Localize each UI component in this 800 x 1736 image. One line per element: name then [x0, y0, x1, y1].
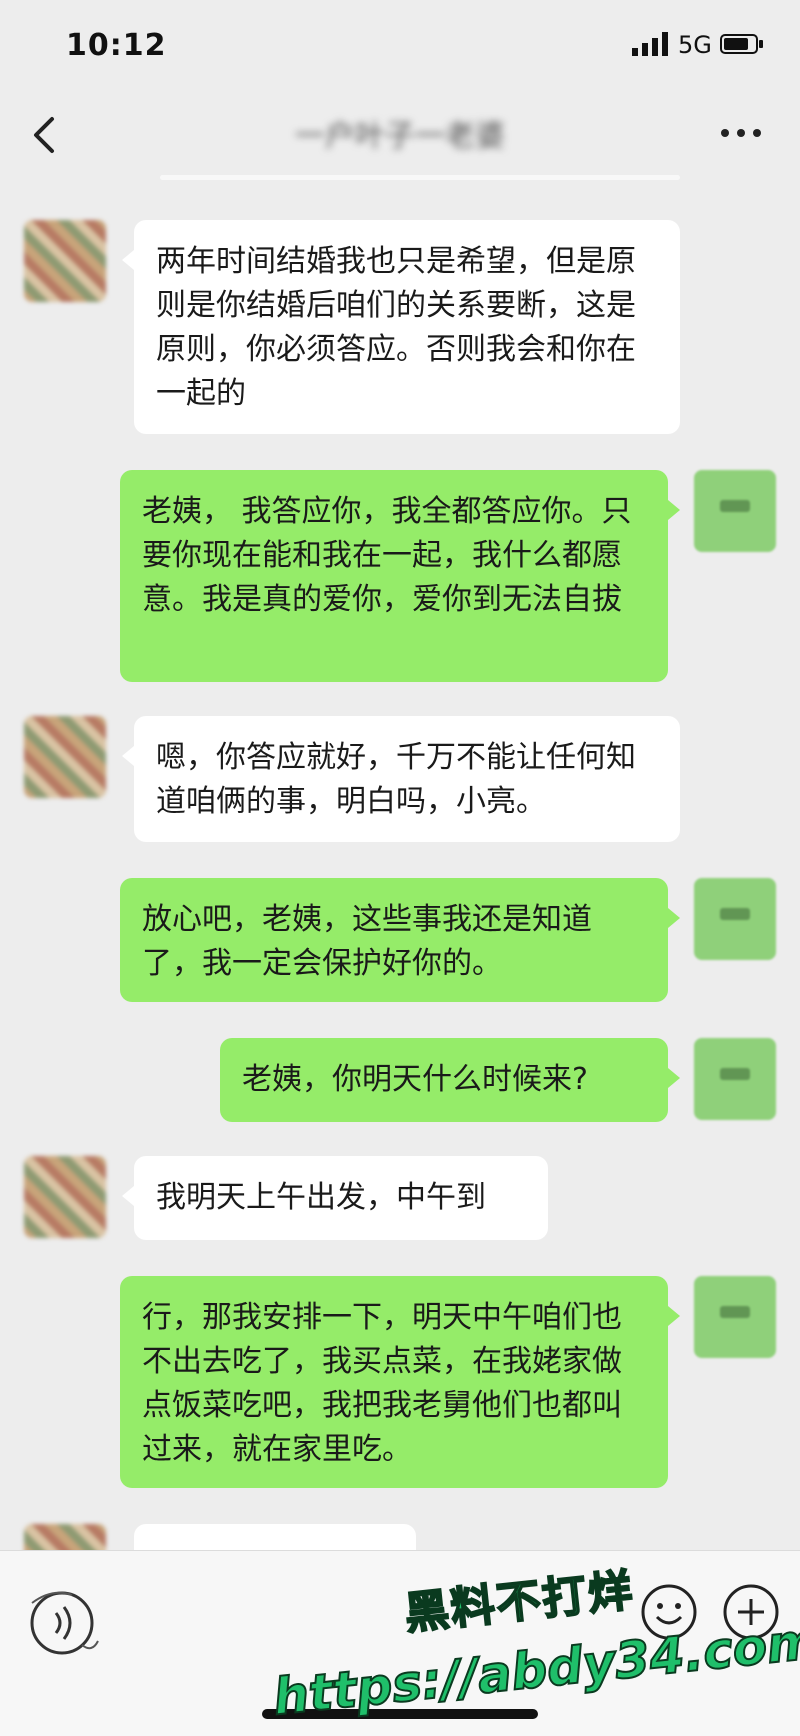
message-received[interactable]: 两年时间结婚我也只是希望，但是原则是你结婚后咱们的关系要断，这是原则，你必须答应…	[122, 220, 680, 434]
my-avatar[interactable]	[694, 878, 776, 960]
network-type: 5G	[678, 31, 712, 59]
signal-icon	[632, 32, 668, 56]
chat-title: 一户叶子一老婆	[295, 119, 505, 154]
status-time: 10:12	[66, 28, 167, 63]
back-arrow-icon[interactable]	[26, 113, 66, 157]
message-received[interactable]: 嗯，你答应就好，千万不能让任何知道咱俩的事，明白吗，小亮。	[122, 716, 680, 842]
message-sent[interactable]: 放心吧，老姨，这些事我还是知道了，我一定会保护好你的。	[120, 878, 680, 1002]
message-sent[interactable]: 老姨， 我答应你，我全都答应你。只要你现在能和我在一起，我什么都愿意。我是真的爱…	[120, 470, 680, 682]
contact-avatar[interactable]	[24, 1156, 106, 1238]
battery-icon	[720, 34, 763, 54]
contact-avatar[interactable]	[24, 220, 106, 302]
voice-input-icon[interactable]	[22, 1583, 102, 1663]
message-received[interactable]: 我明天上午出发，中午到	[122, 1156, 548, 1240]
message-sent[interactable]: 老姨，你明天什么时候来?	[220, 1038, 680, 1122]
previous-message-edge	[160, 175, 680, 180]
status-bar: 10:12 5G	[0, 0, 800, 95]
my-avatar[interactable]	[694, 1038, 776, 1120]
my-avatar[interactable]	[694, 1276, 776, 1358]
message-sent[interactable]: 行，那我安排一下，明天中午咱们也不出去吃了，我买点菜，在我姥家做点饭菜吃吧，我把…	[120, 1276, 680, 1488]
contact-avatar[interactable]	[24, 716, 106, 798]
more-options-icon[interactable]	[718, 123, 764, 143]
chat-header: 一户叶子一老婆	[0, 95, 800, 175]
my-avatar[interactable]	[694, 470, 776, 552]
